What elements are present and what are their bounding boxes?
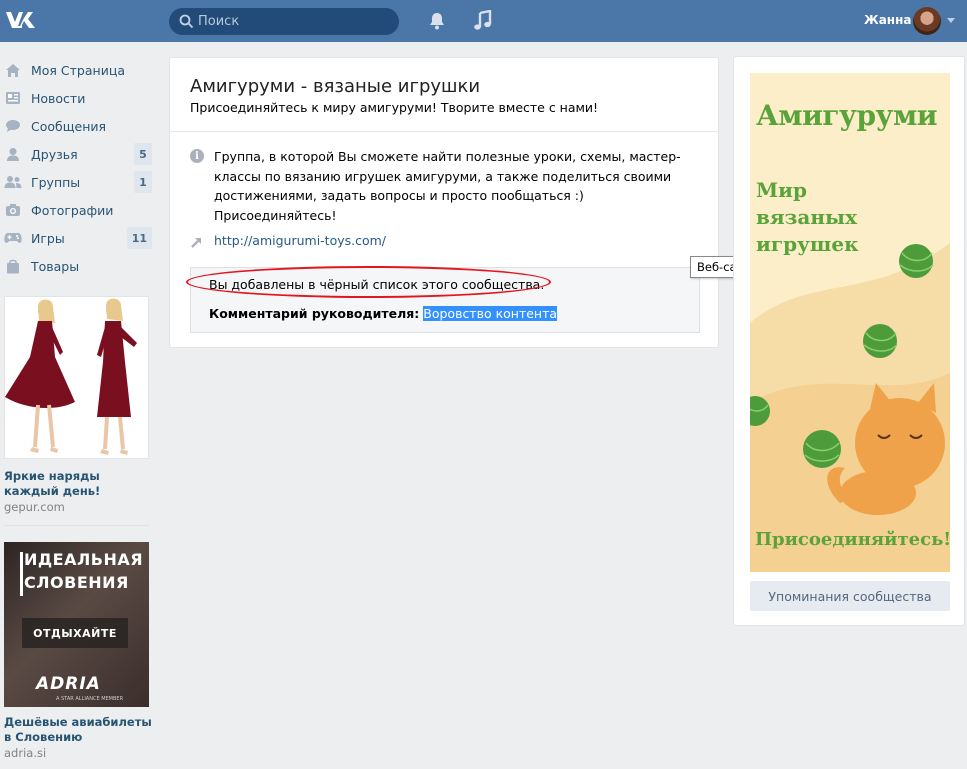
group-info-card: Амигуруми - вязаные игрушки Присоединяйт…: [169, 57, 719, 348]
nav-item-label: Моя Страница: [31, 62, 125, 78]
admin-comment: Комментарий руководителя: Воровство конт…: [209, 306, 558, 321]
description-text-2: Присоединяйтесь!: [214, 207, 337, 223]
divider: [4, 525, 149, 526]
messages-icon: [4, 118, 22, 134]
ad-title[interactable]: Дешёвые авиабилеты в Словению: [4, 715, 152, 745]
bag-icon: [4, 258, 22, 274]
nav-item-friends[interactable]: Друзья 5: [0, 140, 154, 168]
search-input[interactable]: [196, 8, 391, 35]
vk-logo-icon[interactable]: [4, 8, 38, 32]
top-bar: Жанна: [0, 0, 967, 42]
nav-item-messages[interactable]: Сообщения: [0, 112, 154, 140]
banner-button: ОТДЫХАЙТЕ: [22, 618, 128, 648]
adria-logo: ADRIA: [36, 674, 101, 694]
nav-item-photos[interactable]: Фотографии: [0, 196, 154, 224]
search-icon: [179, 14, 194, 29]
nav-item-games[interactable]: Игры 11: [0, 224, 154, 252]
bell-icon[interactable]: [427, 11, 447, 31]
group-status: Присоединяйтесь к миру амигуруми! Творит…: [190, 100, 599, 115]
admin-comment-label: Комментарий руководителя:: [209, 306, 420, 321]
user-name[interactable]: Жанна: [864, 13, 911, 27]
avatar[interactable]: [913, 7, 941, 35]
nav-item-groups[interactable]: Группы 1: [0, 168, 154, 196]
gamepad-icon: [4, 230, 22, 246]
nav-item-my-page[interactable]: Моя Страница: [0, 56, 154, 84]
cover-sub-line-3: игрушек: [756, 232, 859, 256]
group-description: Группа, в которой Вы сможете найти полез…: [214, 147, 704, 225]
description-text: Группа, в которой Вы сможете найти полез…: [214, 149, 681, 203]
nav-item-goods[interactable]: Товары: [0, 252, 154, 280]
group-title: Амигуруми - вязаные игрушки: [190, 76, 481, 97]
search-box[interactable]: [169, 8, 399, 35]
ad-title[interactable]: Яркие наряды каждый день!: [4, 469, 152, 499]
red-annotation-oval: [186, 266, 551, 298]
games-count-badge: 11: [126, 227, 152, 249]
link-arrow-icon: [191, 238, 201, 248]
group-cover-image[interactable]: Амигуруми Мир вязаных игрушек Присоединя…: [750, 73, 950, 572]
music-icon[interactable]: [473, 10, 493, 32]
divider: [170, 131, 718, 132]
cover-subtitle: Мир вязаных игрушек: [756, 177, 859, 258]
banner-line-2: СЛОВЕНИЯ: [24, 573, 129, 592]
friends-count-badge: 5: [134, 143, 152, 165]
nav-item-label: Новости: [31, 90, 86, 106]
cover-title: Амигуруми: [756, 99, 938, 132]
nav-item-label: Сообщения: [31, 118, 107, 134]
nav-item-label: Друзья: [31, 146, 78, 162]
news-icon: [4, 90, 22, 106]
banner-bar: [20, 552, 23, 596]
left-nav: Моя Страница Новости Сообщения Друзья 5 …: [0, 56, 154, 280]
cover-join-text: Присоединяйтесь!: [755, 529, 950, 550]
home-icon: [4, 62, 22, 78]
groups-count-badge: 1: [134, 171, 152, 193]
community-mentions-button[interactable]: Упоминания сообщества: [750, 581, 950, 611]
website-link[interactable]: http://amigurumi-toys.com/: [214, 233, 386, 248]
cover-sub-line-2: вязаных: [756, 205, 858, 229]
nav-item-label: Игры: [31, 230, 65, 246]
ad-image-slovenia[interactable]: ИДЕАЛЬНАЯ СЛОВЕНИЯ ОТДЫХАЙТЕ ADRIA A STA…: [4, 542, 149, 707]
nav-item-label: Группы: [31, 174, 81, 190]
nav-item-news[interactable]: Новости: [0, 84, 154, 112]
cover-sub-line-1: Мир: [756, 178, 807, 202]
banner-line-1: ИДЕАЛЬНАЯ: [24, 550, 144, 569]
group-cover-card: Амигуруми Мир вязаных игрушек Присоединя…: [733, 56, 965, 626]
ad-image-dresses[interactable]: [4, 296, 149, 459]
ad-domain: gepur.com: [4, 500, 65, 514]
admin-comment-value: Воровство контента: [423, 306, 558, 321]
info-icon: i: [190, 149, 204, 163]
nav-item-label: Фотографии: [31, 202, 114, 218]
nav-item-label: Товары: [31, 258, 80, 274]
banner-sub: A STAR ALLIANCE MEMBER: [56, 696, 124, 702]
friends-icon: [4, 146, 22, 162]
chevron-down-icon[interactable]: [947, 18, 955, 23]
ad-domain: adria.si: [4, 746, 47, 760]
camera-icon: [4, 202, 22, 218]
groups-icon: [4, 174, 22, 190]
